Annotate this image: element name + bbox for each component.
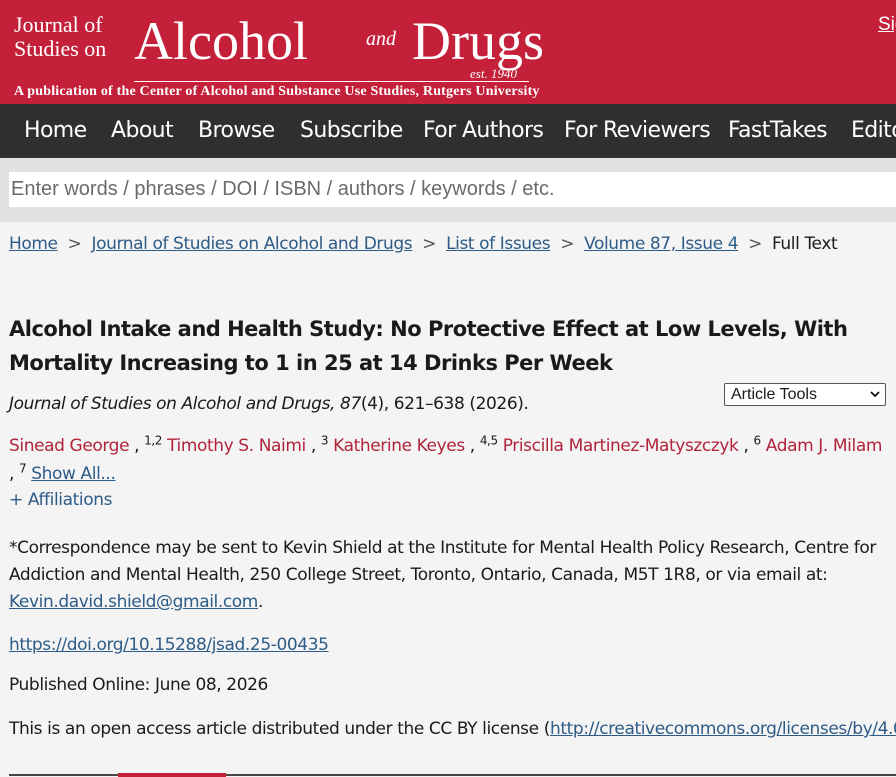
license-text: This is an open access article distribut… [9, 719, 550, 739]
article-tools-select[interactable]: Article Tools [724, 383, 886, 406]
logo-and: and [366, 28, 396, 50]
logo-line1: Journal of [14, 12, 103, 37]
chevron-down-icon [869, 384, 881, 411]
show-all-authors-link[interactable]: Show All... [31, 464, 116, 484]
logo-subtitle: A publication of the Center of Alcohol a… [14, 84, 540, 99]
nav-for-authors[interactable]: For Authors [423, 104, 544, 158]
author-affiliation: 6 [753, 433, 762, 448]
correspondence: *Correspondence may be sent to Kevin Shi… [9, 538, 876, 612]
breadcrumb-list-of-issues[interactable]: List of Issues [446, 234, 551, 254]
breadcrumb-home[interactable]: Home [9, 234, 58, 254]
search-input[interactable] [9, 172, 896, 207]
published-date: Published Online: June 08, 2026 [9, 675, 268, 695]
breadcrumb-separator: > [560, 234, 575, 254]
logo-est: est. 1940 [470, 66, 517, 81]
citation: Journal of Studies on Alcohol and Drugs,… [9, 394, 529, 414]
sign-in-link[interactable]: Sign In [878, 14, 896, 36]
correspondence-email-link[interactable]: Kevin.david.shield@gmail.com [9, 592, 258, 612]
breadcrumb: Home > Journal of Studies on Alcohol and D… [9, 234, 838, 254]
author-link[interactable]: Sinead George [9, 436, 130, 456]
article-title: Alcohol Intake and Health Study: No Prot… [9, 317, 848, 375]
doi: https://doi.org/10.15288/jsad.25-00435 [9, 635, 329, 655]
header-banner: Journal of Studies on Alcohol and Drugs … [0, 0, 896, 104]
author-affiliation: 3 [320, 433, 329, 448]
nav-fasttakes[interactable]: FastTakes [728, 104, 828, 158]
nav-about[interactable]: About [111, 104, 174, 158]
author-affiliation: 1,2 [144, 433, 163, 448]
author-link[interactable]: Katherine Keyes [333, 436, 465, 456]
logo-rule [134, 81, 529, 82]
search-bar [0, 158, 896, 222]
author-link[interactable]: Timothy S. Naimi [167, 436, 306, 456]
affiliations-toggle[interactable]: + Affiliations [9, 490, 112, 510]
author-list: Sinead George , 1,2 Timothy S. Naimi , 3… [9, 433, 883, 484]
breadcrumb-current: Full Text [771, 234, 838, 254]
correspondence-text: *Correspondence may be sent to Kevin Shi… [9, 538, 876, 585]
author-link[interactable]: Adam J. Milam [766, 436, 883, 456]
nav-browse[interactable]: Browse [198, 104, 275, 158]
author-affiliation: 4,5 [479, 433, 498, 448]
license: This is an open access article distribut… [9, 719, 896, 739]
license-link[interactable]: http://creativecommons.org/licenses/by/4… [550, 719, 896, 739]
breadcrumb-volume[interactable]: Volume 87, Issue 4 [584, 234, 738, 254]
breadcrumb-journal[interactable]: Journal of Studies on Alcohol and Drugs [91, 234, 412, 254]
doi-link[interactable]: https://doi.org/10.15288/jsad.25-00435 [9, 635, 329, 655]
breadcrumb-separator: > [67, 234, 82, 254]
logo-line2: Studies on [14, 36, 107, 61]
article-tools-label: Article Tools [731, 386, 817, 403]
nav-for-reviewers[interactable]: For Reviewers [564, 104, 711, 158]
citation-details: (4), 621–638 (2026). [360, 394, 529, 414]
nav-subscribe[interactable]: Subscribe [300, 104, 403, 158]
logo-word-alcohol: Alcohol [134, 11, 308, 71]
author-link[interactable]: Priscilla Martinez-Matyszczyk [503, 436, 739, 456]
breadcrumb-separator: > [422, 234, 437, 254]
citation-journal: Journal of Studies on Alcohol and Drugs,… [9, 394, 361, 414]
logo-word-drugs: Drugs [412, 11, 544, 71]
main-nav: Home About Browse Subscribe For Authors … [0, 104, 896, 158]
nav-home[interactable]: Home [24, 104, 87, 158]
tab-accent [118, 773, 226, 777]
breadcrumb-separator: > [748, 234, 762, 254]
author-affiliation: 7 [19, 461, 27, 476]
nav-editorial[interactable]: Editorial [851, 104, 896, 158]
